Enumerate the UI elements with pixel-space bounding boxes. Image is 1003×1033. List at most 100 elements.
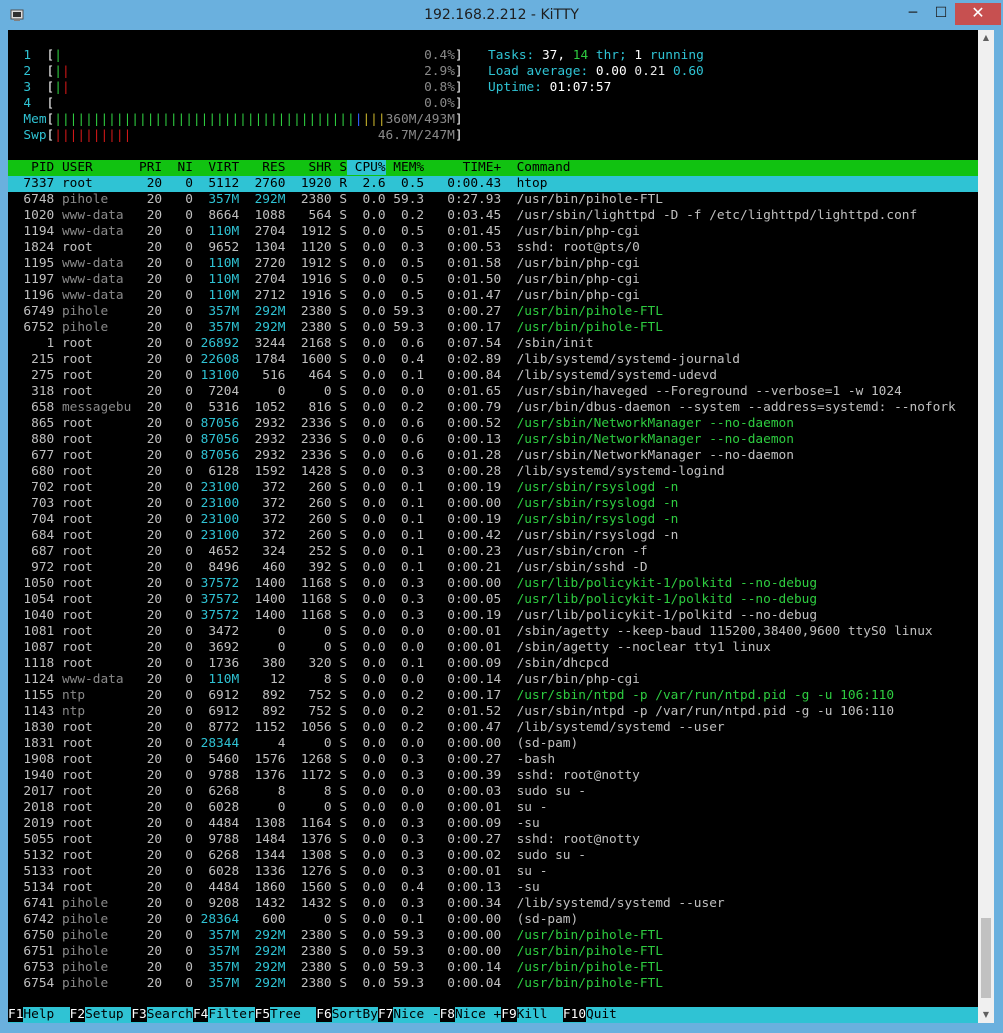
process-row[interactable]: 2019 root 20 0 4484 1308 1164 S 0.0 0.3 …	[8, 816, 539, 832]
process-shr: 260	[285, 496, 332, 511]
process-row[interactable]: 680 root 20 0 6128 1592 1428 S 0.0 0.3 0…	[8, 464, 725, 480]
process-row[interactable]: 6741 pihole 20 0 9208 1432 1432 S 0.0 0.…	[8, 896, 724, 912]
column-header-s[interactable]: S	[332, 160, 347, 175]
process-row[interactable]: 6754 pihole 20 0 357M 292M 2380 S 0.0 59…	[8, 976, 663, 992]
fkey-label-f10[interactable]: Quit	[586, 1007, 633, 1022]
fkey-f4[interactable]: F4	[192, 1007, 209, 1022]
fkey-f5[interactable]: F5	[254, 1007, 271, 1022]
process-row[interactable]: 1020 www-data 20 0 8664 1088 564 S 0.0 0…	[8, 208, 917, 224]
process-row[interactable]: 6751 pihole 20 0 357M 292M 2380 S 0.0 59…	[8, 944, 663, 960]
process-s: S	[331, 288, 348, 303]
process-row[interactable]: 6753 pihole 20 0 357M 292M 2380 S 0.0 59…	[8, 960, 663, 976]
fkey-f7[interactable]: F7	[377, 1007, 394, 1022]
process-row[interactable]: 6742 pihole 20 0 28364 600 0 S 0.0 0.1 0…	[8, 912, 578, 928]
fkey-label-f2[interactable]: Setup	[85, 1007, 132, 1022]
process-row[interactable]: 7337 root 20 0 5112 2760 1920 R 2.6 0.5 …	[8, 176, 978, 192]
process-row[interactable]: 1081 root 20 0 3472 0 0 S 0.0 0.0 0:00.0…	[8, 624, 932, 640]
column-header-mem[interactable]: MEM%	[386, 160, 424, 175]
process-res: 1304	[239, 240, 286, 255]
process-row[interactable]: 1143 ntp 20 0 6912 892 752 S 0.0 0.2 0:0…	[8, 704, 894, 720]
terminal-screen[interactable]: 1 [| 0.4%] 2 [|| 2.9%] 3 [|| 0.8%] 4 [0…	[8, 30, 978, 1023]
fkey-f6[interactable]: F6	[316, 1007, 332, 1022]
process-row[interactable]: 703 root 20 0 23100 372 260 S 0.0 0.1 0:…	[8, 496, 678, 512]
process-row[interactable]: 704 root 20 0 23100 372 260 S 0.0 0.1 0:…	[8, 512, 678, 528]
process-row[interactable]: 318 root 20 0 7204 0 0 S 0.0 0.0 0:01.65…	[8, 384, 902, 400]
process-row[interactable]: 1155 ntp 20 0 6912 892 752 S 0.0 0.2 0:0…	[8, 688, 894, 704]
fkey-f9[interactable]: F9	[501, 1007, 517, 1022]
fkey-label-f3[interactable]: Search	[146, 1007, 193, 1022]
fkey-label-f4[interactable]: Filter	[208, 1007, 255, 1022]
process-row[interactable]: 1087 root 20 0 3692 0 0 S 0.0 0.0 0:00.0…	[8, 640, 770, 656]
process-row[interactable]: 1196 www-data 20 0 110M 2712 1916 S 0.0 …	[8, 288, 639, 304]
column-header-cpu[interactable]: CPU%	[347, 160, 386, 175]
process-row[interactable]: 5132 root 20 0 6268 1344 1308 S 0.0 0.3 …	[8, 848, 586, 864]
process-row[interactable]: 972 root 20 0 8496 460 392 S 0.0 0.1 0:0…	[8, 560, 647, 576]
fkey-label-f8[interactable]: Nice +	[455, 1007, 502, 1022]
fkey-f3[interactable]: F3	[131, 1007, 147, 1022]
process-row[interactable]: 6752 pihole 20 0 357M 292M 2380 S 0.0 59…	[8, 320, 663, 336]
process-row[interactable]: 6749 pihole 20 0 357M 292M 2380 S 0.0 59…	[8, 304, 663, 320]
minimize-button[interactable]: ─	[898, 3, 928, 25]
fkey-f1[interactable]: F1	[8, 1007, 24, 1022]
column-header-user[interactable]: USER	[54, 160, 131, 175]
process-row[interactable]: 677 root 20 0 87056 2932 2336 S 0.0 0.6 …	[8, 448, 794, 464]
column-header-shr[interactable]: SHR	[285, 160, 332, 175]
process-row[interactable]: 1 root 20 0 26892 3244 2168 S 0.0 0.6 0:…	[8, 336, 594, 352]
column-header-virt[interactable]: VIRT	[193, 160, 239, 175]
column-header-res[interactable]: RES	[239, 160, 285, 175]
process-row[interactable]: 6750 pihole 20 0 357M 292M 2380 S 0.0 59…	[8, 928, 663, 944]
fkey-f2[interactable]: F2	[69, 1007, 86, 1022]
column-header-time[interactable]: TIME+	[424, 160, 502, 175]
process-row[interactable]: 1908 root 20 0 5460 1576 1268 S 0.0 0.3 …	[8, 752, 555, 768]
process-row[interactable]: 1824 root 20 0 9652 1304 1120 S 0.0 0.3 …	[8, 240, 639, 256]
process-row[interactable]: 1050 root 20 0 37572 1400 1168 S 0.0 0.3…	[8, 576, 817, 592]
process-row[interactable]: 1197 www-data 20 0 110M 2704 1916 S 0.0 …	[8, 272, 639, 288]
process-row[interactable]: 1831 root 20 0 28344 4 0 S 0.0 0.0 0:00.…	[8, 736, 578, 752]
process-row[interactable]: 702 root 20 0 23100 372 260 S 0.0 0.1 0:…	[8, 480, 678, 496]
process-row[interactable]: 1054 root 20 0 37572 1400 1168 S 0.0 0.3…	[8, 592, 817, 608]
process-virt: 6912	[192, 688, 240, 703]
fkey-label-f6[interactable]: SortBy	[331, 1007, 378, 1022]
process-row[interactable]: 5055 root 20 0 9788 1484 1376 S 0.0 0.3 …	[8, 832, 639, 848]
process-s: S	[331, 352, 348, 367]
process-s: S	[331, 544, 348, 559]
process-row[interactable]: 6748 pihole 20 0 357M 292M 2380 S 0.0 59…	[8, 192, 663, 208]
fkey-f8[interactable]: F8	[439, 1007, 456, 1022]
process-row[interactable]: 865 root 20 0 87056 2932 2336 S 0.0 0.6 …	[8, 416, 794, 432]
scroll-down-arrow-icon[interactable]: ▼	[978, 1007, 994, 1023]
fkey-label-f9[interactable]: Kill	[516, 1007, 563, 1022]
fkey-label-f5[interactable]: Tree	[270, 1007, 317, 1022]
fkey-label-f1[interactable]: Help	[23, 1007, 70, 1022]
process-row[interactable]: 684 root 20 0 23100 372 260 S 0.0 0.1 0:…	[8, 528, 678, 544]
close-button[interactable]: ✕	[955, 3, 1001, 25]
process-row[interactable]: 1940 root 20 0 9788 1376 1172 S 0.0 0.3 …	[8, 768, 639, 784]
scrollbar-thumb[interactable]	[981, 918, 991, 998]
process-row[interactable]: 2018 root 20 0 6028 0 0 S 0.0 0.0 0:00.0…	[8, 800, 547, 816]
process-user: ntp	[54, 704, 132, 719]
process-row[interactable]: 1195 www-data 20 0 110M 2720 1912 S 0.0 …	[8, 256, 639, 272]
column-header-pid[interactable]: PID	[8, 160, 54, 175]
title-bar[interactable]: 192.168.2.212 - KiTTY ─ ☐ ✕	[1, 1, 1002, 31]
process-row[interactable]: 1830 root 20 0 8772 1152 1056 S 0.0 0.2 …	[8, 720, 724, 736]
scrollbar-track[interactable]	[978, 30, 994, 1023]
column-header-pri[interactable]: PRI	[131, 160, 162, 175]
process-row[interactable]: 275 root 20 0 13100 516 464 S 0.0 0.1 0:…	[8, 368, 717, 384]
scroll-up-arrow-icon[interactable]: ▲	[978, 30, 994, 46]
process-row[interactable]: 1194 www-data 20 0 110M 2704 1912 S 0.0 …	[8, 224, 639, 240]
process-mem: 0.1	[385, 656, 425, 671]
fkey-f10[interactable]: F10	[562, 1007, 587, 1022]
maximize-button[interactable]: ☐	[926, 3, 956, 25]
process-row[interactable]: 5134 root 20 0 4484 1860 1560 S 0.0 0.4 …	[8, 880, 539, 896]
fkey-label-f7[interactable]: Nice -	[393, 1007, 440, 1022]
process-row[interactable]: 1040 root 20 0 37572 1400 1168 S 0.0 0.3…	[8, 608, 817, 624]
process-row[interactable]: 215 root 20 0 22608 1784 1600 S 0.0 0.4 …	[8, 352, 740, 368]
column-header-ni[interactable]: NI	[162, 160, 193, 175]
process-row[interactable]: 1124 www-data 20 0 110M 12 8 S 0.0 0.0 0…	[8, 672, 639, 688]
process-row[interactable]: 1118 root 20 0 1736 380 320 S 0.0 0.1 0:…	[8, 656, 609, 672]
process-row[interactable]: 880 root 20 0 87056 2932 2336 S 0.0 0.6 …	[8, 432, 794, 448]
process-row[interactable]: 2017 root 20 0 6268 8 8 S 0.0 0.0 0:00.0…	[8, 784, 586, 800]
process-row[interactable]: 687 root 20 0 4652 324 252 S 0.0 0.1 0:0…	[8, 544, 647, 560]
process-row[interactable]: 658 messagebu 20 0 5316 1052 816 S 0.0 0…	[8, 400, 956, 416]
process-row[interactable]: 5133 root 20 0 6028 1336 1276 S 0.0 0.3 …	[8, 864, 547, 880]
column-header-command[interactable]: Command	[501, 160, 571, 175]
